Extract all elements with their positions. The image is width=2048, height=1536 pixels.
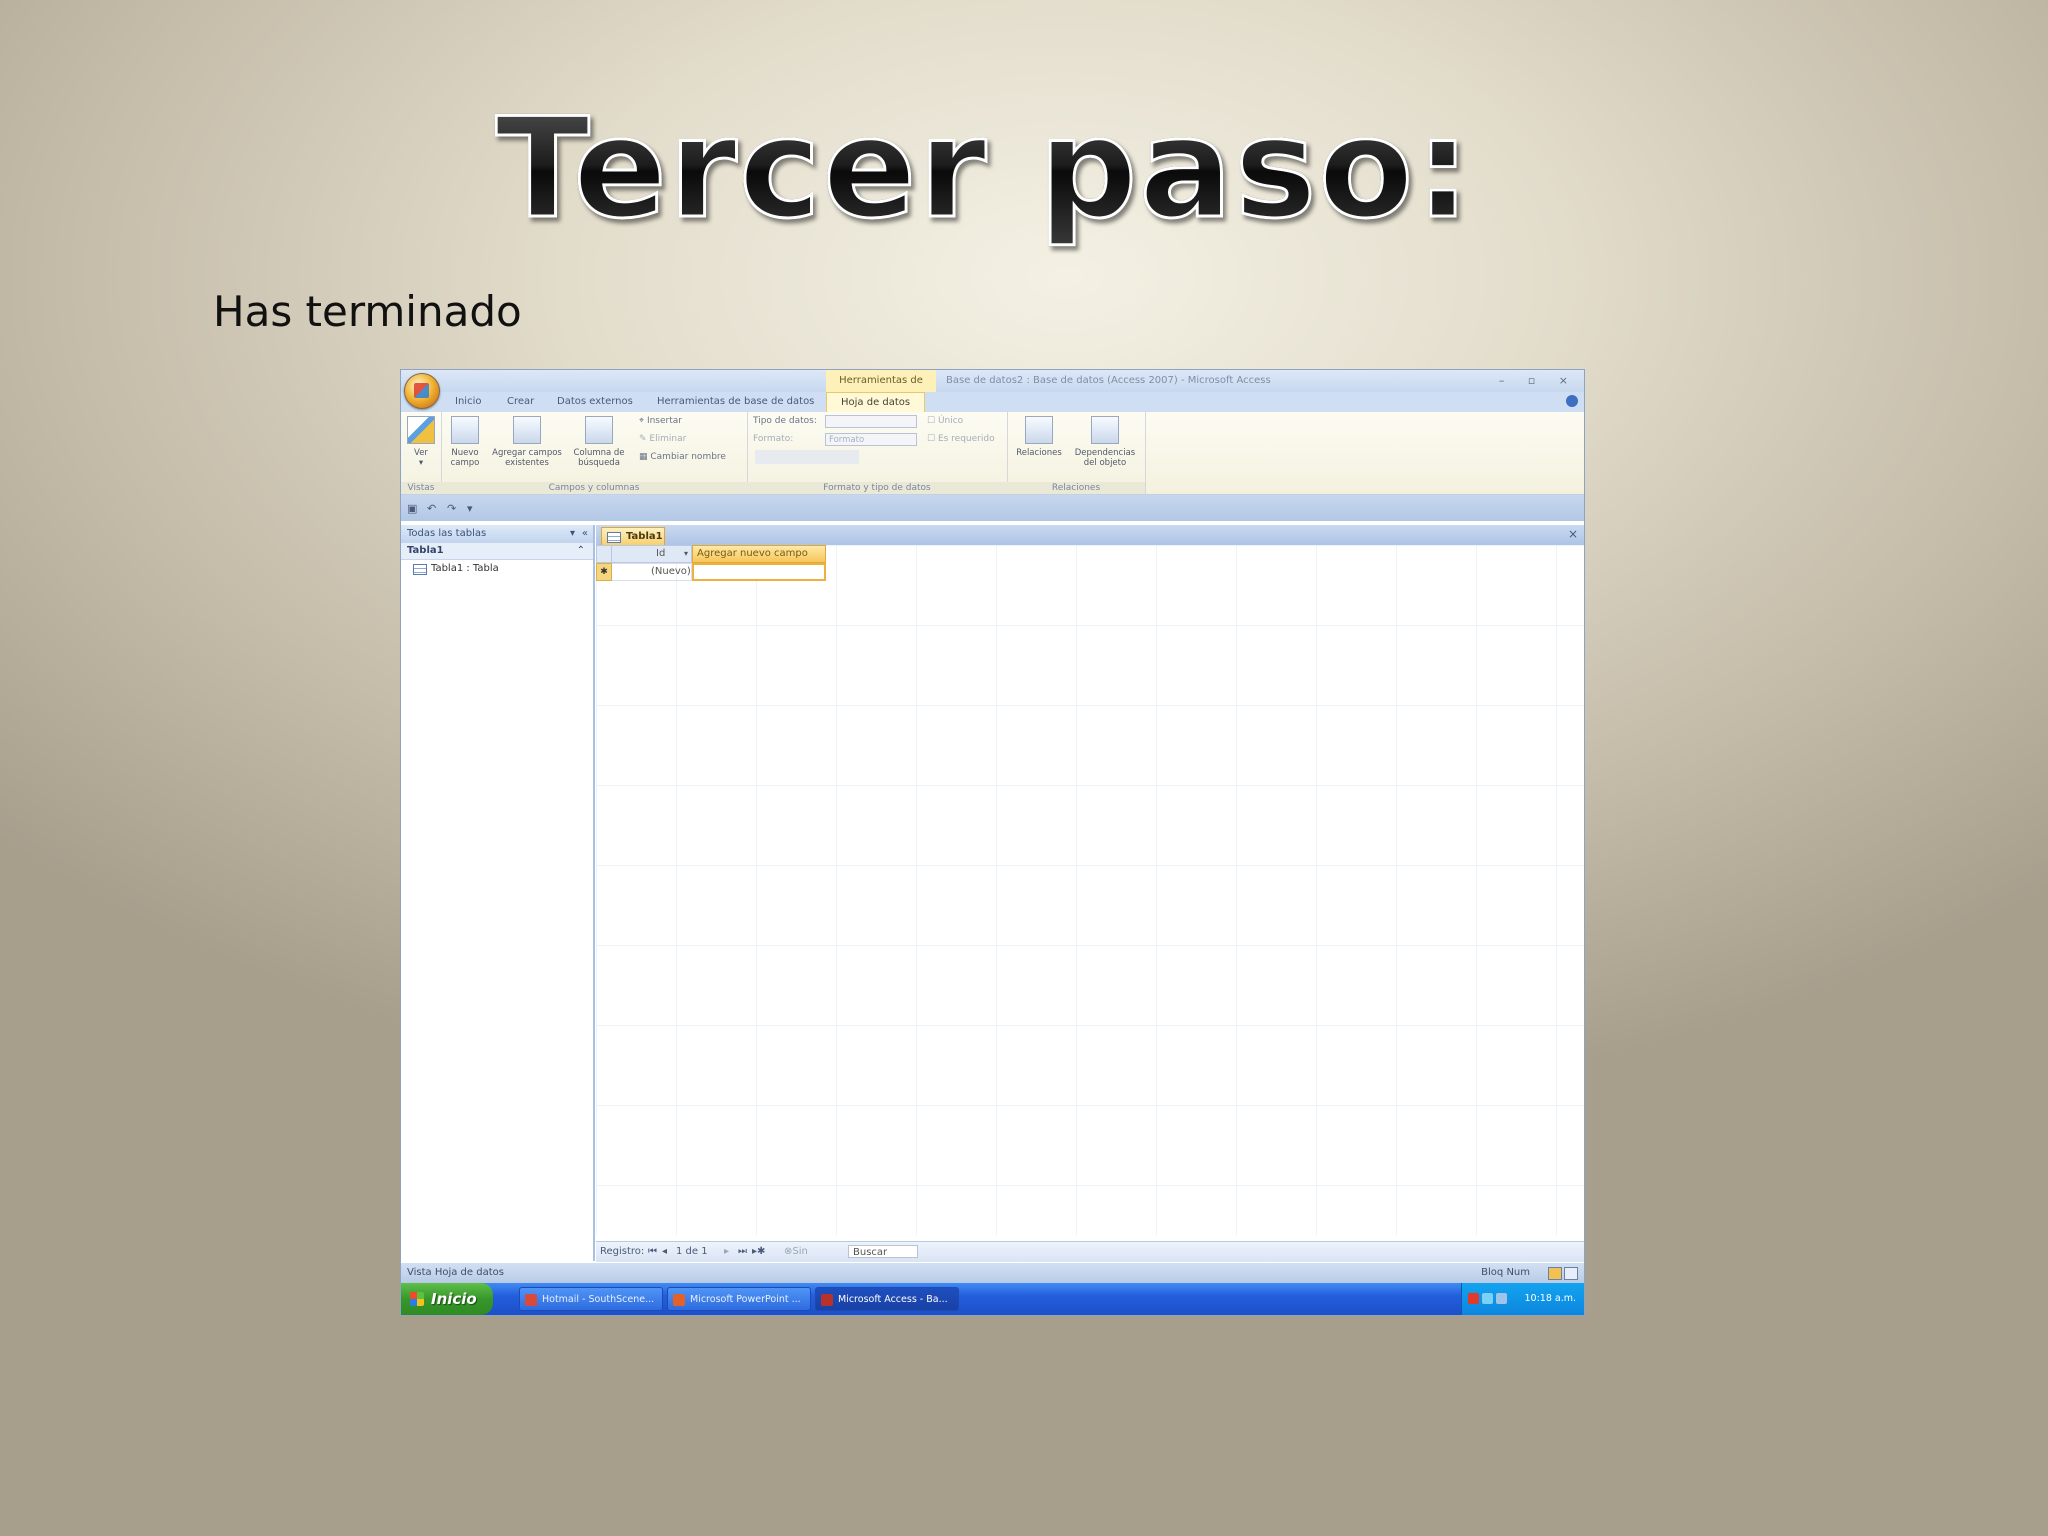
tipo-datos-select[interactable]	[825, 415, 917, 428]
relaciones-button[interactable]: Relaciones	[1011, 416, 1067, 458]
document-area: Tabla1 × Id ▾ Agregar nuevo campo ✱ (Nue…	[596, 525, 1584, 1277]
insertar-button[interactable]: ⌖ Insertar	[639, 416, 682, 426]
datasheet-grid[interactable]: Id ▾ Agregar nuevo campo ✱ (Nuevo)	[596, 545, 1584, 1235]
columna-busqueda-button[interactable]: Columna de búsqueda	[569, 416, 629, 468]
document-tab-bar: Tabla1 ×	[596, 525, 1584, 545]
clock: 10:18 a.m.	[1524, 1293, 1576, 1304]
status-view-label: Vista Hoja de datos	[407, 1267, 504, 1278]
group-campos: Nuevo campo Agregar campos existentes Co…	[441, 412, 748, 494]
new-field-icon	[451, 416, 479, 444]
tab-hoja-de-datos[interactable]: Hoja de datos	[826, 392, 926, 413]
help-icon[interactable]	[1566, 395, 1578, 407]
context-tab-group: Herramientas de tabla	[826, 370, 936, 408]
format-buttons-row[interactable]	[755, 450, 859, 464]
design-view-icon[interactable]	[1564, 1267, 1578, 1280]
tab-datos-externos[interactable]: Datos externos	[557, 392, 633, 412]
start-button[interactable]: Inicio	[401, 1283, 493, 1315]
redo-icon[interactable]: ↷	[447, 502, 456, 515]
new-record-selector[interactable]: ✱	[596, 563, 612, 581]
relationships-icon	[1025, 416, 1053, 444]
tab-herramientas-bd[interactable]: Herramientas de base de datos	[657, 392, 814, 412]
search-input[interactable]: Buscar	[848, 1245, 918, 1258]
es-requerido-checkbox[interactable]: ☐ Es requerido	[927, 434, 995, 444]
collapse-icon[interactable]: «	[582, 525, 588, 543]
navigation-pane: Todas las tablas ▾ « Tabla1 ⌃ Tabla1 : T…	[401, 525, 595, 1261]
customize-qat-icon[interactable]: ▾	[467, 502, 473, 515]
ribbon: Ver ▾ Vistas Nuevo campo Agregar campos e…	[401, 412, 1584, 495]
nav-group-tabla1[interactable]: Tabla1 ⌃	[401, 543, 593, 560]
group-relaciones: Relaciones Dependencias del objeto Relac…	[1007, 412, 1146, 494]
antivirus-icon[interactable]	[1468, 1293, 1479, 1304]
record-navigator: Registro: ⏮ ◂ 1 de 1 ▸ ⏭ ▸✱ ⊗ Sin filtro…	[596, 1241, 1584, 1277]
taskbar-item-hotmail[interactable]: Hotmail - SouthScene...	[519, 1287, 663, 1311]
nuevo-campo-button[interactable]: Nuevo campo	[447, 416, 483, 468]
table-icon	[413, 564, 427, 575]
ver-button[interactable]: Ver ▾	[406, 416, 436, 468]
nav-item-tabla1[interactable]: Tabla1 : Tabla	[401, 560, 593, 578]
tab-inicio[interactable]: Inicio	[455, 392, 481, 412]
ribbon-tabs: Inicio Crear Datos externos Herramientas…	[401, 392, 1584, 413]
taskbar-item-access[interactable]: Microsoft Access - Ba...	[815, 1287, 959, 1311]
network-icon[interactable]	[1496, 1293, 1507, 1304]
record-position[interactable]: 1 de 1	[676, 1242, 708, 1262]
cambiar-nombre-button[interactable]: ▦ Cambiar nombre	[639, 452, 726, 462]
window-title: Base de datos2 : Base de datos (Access 2…	[946, 375, 1271, 386]
access-window-screenshot: Herramientas de tabla Base de datos2 : B…	[400, 369, 1585, 1316]
title-bar: Herramientas de tabla Base de datos2 : B…	[401, 370, 1584, 408]
cell-id-new[interactable]: (Nuevo)	[612, 563, 692, 581]
quick-access-toolbar: ▣ ↶ ↷ ▾	[401, 495, 1584, 521]
cell-add-field-new[interactable]	[692, 563, 826, 581]
prev-record-icon[interactable]: ◂	[662, 1242, 667, 1262]
save-icon[interactable]: ▣	[407, 502, 417, 515]
column-header-id[interactable]: Id ▾	[612, 545, 692, 563]
next-record-icon[interactable]: ▸	[724, 1242, 729, 1262]
group-label-formato: Formato y tipo de datos	[747, 482, 1007, 494]
undo-icon[interactable]: ↶	[427, 502, 436, 515]
window-controls[interactable]: – ▫ ×	[1499, 370, 1578, 392]
chevron-down-icon[interactable]: ▾	[684, 546, 688, 562]
view-icon	[407, 416, 435, 444]
slide-title: Tercer paso:	[0, 87, 1968, 251]
num-lock-indicator: Bloq Num	[1481, 1267, 1530, 1278]
dependencias-button[interactable]: Dependencias del objeto	[1069, 416, 1141, 468]
slide-subtitle: Has terminado	[213, 287, 522, 336]
taskbar-item-powerpoint[interactable]: Microsoft PowerPoint ...	[667, 1287, 811, 1311]
system-tray: 10:18 a.m.	[1461, 1283, 1584, 1315]
lookup-column-icon	[585, 416, 613, 444]
formato-label: Formato:	[753, 434, 794, 444]
chevron-down-icon[interactable]: ▾	[570, 525, 575, 543]
record-label: Registro:	[600, 1246, 645, 1257]
tab-crear[interactable]: Crear	[507, 392, 534, 412]
new-record-icon[interactable]: ▸✱	[752, 1242, 765, 1262]
eliminar-button[interactable]: ✎ Eliminar	[639, 434, 686, 444]
select-all-cell[interactable]	[596, 545, 612, 563]
group-formato: Tipo de datos: Formato: Formato ☐ Único …	[747, 412, 1008, 494]
group-label-campos: Campos y columnas	[441, 482, 747, 494]
group-label-vistas: Vistas	[401, 482, 441, 494]
table-icon	[607, 532, 621, 543]
last-record-icon[interactable]: ⏭	[738, 1242, 747, 1262]
datasheet-view-icon[interactable]	[1548, 1267, 1562, 1280]
dependencies-icon	[1091, 416, 1119, 444]
filter-status[interactable]: ⊗ Sin filtro	[784, 1242, 815, 1277]
document-tab-tabla1[interactable]: Tabla1	[601, 527, 665, 545]
nav-pane-header[interactable]: Todas las tablas ▾ «	[401, 525, 593, 543]
column-header-add-field[interactable]: Agregar nuevo campo	[692, 545, 826, 563]
formato-select[interactable]: Formato	[825, 433, 917, 446]
close-icon[interactable]: ×	[1568, 527, 1578, 541]
status-bar: Vista Hoja de datos Bloq Num	[401, 1263, 1584, 1283]
first-record-icon[interactable]: ⏮	[648, 1242, 657, 1262]
windows-taskbar: Inicio Hotmail - SouthScene... Microsoft…	[401, 1283, 1584, 1315]
agregar-existentes-button[interactable]: Agregar campos existentes	[487, 416, 567, 468]
existing-fields-icon	[513, 416, 541, 444]
volume-icon[interactable]	[1482, 1293, 1493, 1304]
group-label-relaciones: Relaciones	[1007, 482, 1145, 494]
unico-checkbox[interactable]: ☐ Único	[927, 416, 963, 426]
group-vistas: Ver ▾ Vistas	[401, 412, 442, 494]
office-button-icon[interactable]	[404, 373, 440, 409]
chevron-up-icon[interactable]: ⌃	[577, 543, 585, 559]
tipo-datos-label: Tipo de datos:	[753, 416, 817, 426]
